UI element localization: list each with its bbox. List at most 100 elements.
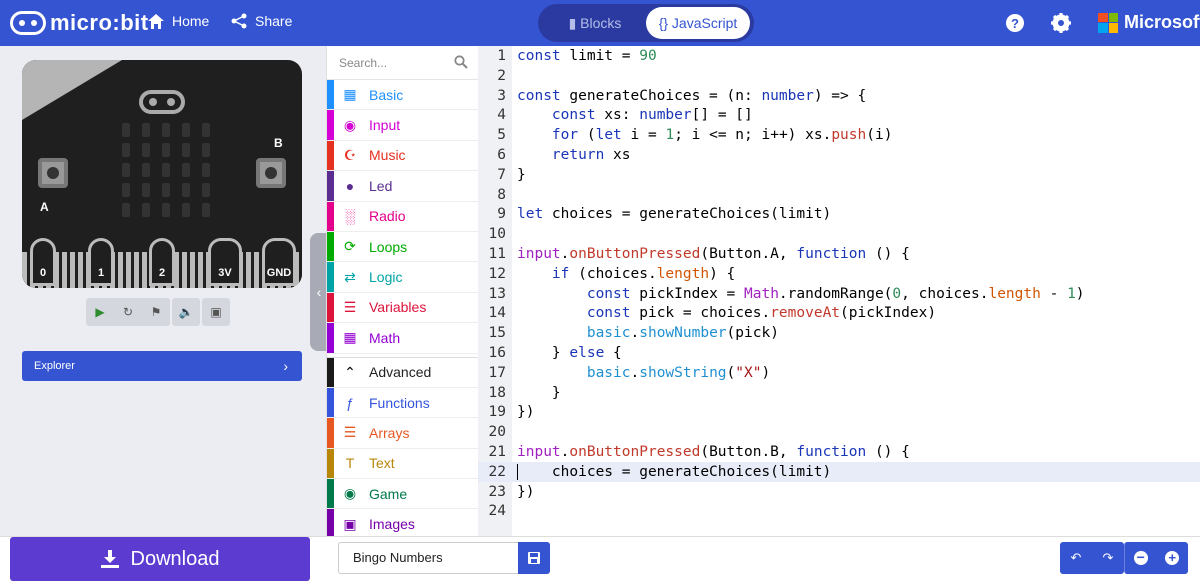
category-math[interactable]: ▦ Math: [327, 323, 478, 354]
search-icon: [454, 55, 468, 69]
led-1-0: [122, 143, 130, 157]
code-line[interactable]: 15 basic.showNumber(pick): [478, 323, 1200, 343]
pin-gnd[interactable]: GND: [262, 238, 296, 286]
category-functions[interactable]: ƒ Functions: [327, 387, 478, 419]
category-color-bar: [327, 201, 334, 231]
category-input[interactable]: ◉ Input: [327, 110, 478, 141]
button-a[interactable]: [38, 158, 68, 188]
button-a-label: A: [40, 200, 49, 214]
category-color-bar: [327, 479, 334, 509]
redo-button[interactable]: ↷: [1092, 542, 1124, 574]
category-radio[interactable]: ░ Radio: [327, 201, 478, 232]
download-button[interactable]: Download: [10, 537, 310, 581]
category-label: Logic: [369, 269, 403, 286]
zoom-in-button[interactable]: +: [1157, 542, 1189, 574]
code-text: const limit = 90: [517, 48, 657, 64]
microsoft-logo-icon: [1098, 12, 1118, 33]
blocks-tab[interactable]: ▮ Blocks: [552, 4, 632, 42]
line-number: 8: [497, 186, 506, 203]
led-2-4: [202, 163, 210, 177]
category-color-bar: [327, 357, 334, 387]
code-line[interactable]: 23}): [478, 482, 1200, 502]
category-advanced[interactable]: ⌃ Advanced: [327, 357, 478, 388]
category-color-bar: [327, 262, 334, 292]
pin-1[interactable]: 1: [88, 238, 114, 286]
line-number: 14: [488, 305, 506, 322]
category-label: Led: [369, 177, 393, 194]
category-music[interactable]: ☪ Music: [327, 140, 478, 172]
category-game[interactable]: ◉ Game: [327, 479, 478, 510]
code-line[interactable]: 21 input.onButtonPressed(Button.B, functi…: [478, 442, 1200, 462]
save-button[interactable]: [518, 542, 550, 574]
code-line[interactable]: 7}: [478, 165, 1200, 185]
code-line[interactable]: 22 choices = generateChoices(limit): [478, 461, 1200, 482]
code-line[interactable]: 6 return xs: [478, 145, 1200, 165]
category-loops[interactable]: ⟳ Loops: [327, 231, 478, 263]
debug-icon[interactable]: ⚑: [142, 298, 170, 326]
code-line[interactable]: 17 basic.showString("X"): [478, 363, 1200, 383]
code-line[interactable]: 18 }: [478, 383, 1200, 403]
redo-icon: ↷: [1102, 550, 1114, 565]
pin-2[interactable]: 2: [149, 238, 175, 286]
share-button[interactable]: Share: [231, 13, 292, 29]
undo-button[interactable]: ↶: [1060, 542, 1092, 574]
category-arrays[interactable]: ☰ Arrays: [327, 418, 478, 449]
category-label: Music: [369, 147, 406, 164]
javascript-tab[interactable]: {} JavaScript: [646, 7, 750, 39]
restart-icon[interactable]: ↻: [114, 298, 142, 326]
fullscreen-icon[interactable]: ▣: [202, 298, 230, 326]
code-line[interactable]: 5 for (let i = 1; i <= n; i++) xs.push(i…: [478, 125, 1200, 145]
code-line[interactable]: 10: [478, 224, 1200, 244]
code-line[interactable]: 20: [478, 422, 1200, 442]
search-input[interactable]: Search...: [339, 56, 387, 70]
pin-3v[interactable]: 3V: [208, 238, 242, 286]
category-basic[interactable]: ▦ Basic: [327, 80, 478, 111]
category-text[interactable]: T Text: [327, 448, 478, 480]
toolbox-search[interactable]: Search...: [327, 46, 478, 80]
code-line[interactable]: 13 const pickIndex = Math.randomRange(0,…: [478, 284, 1200, 304]
category-logic[interactable]: ⇄ Logic: [327, 262, 478, 293]
mute-icon[interactable]: 🔈: [172, 298, 200, 326]
line-number: 22: [488, 463, 506, 480]
code-line[interactable]: 14 const pick = choices.removeAt(pickInd…: [478, 303, 1200, 323]
led-4-0: [122, 203, 130, 217]
line-number: 12: [488, 265, 506, 282]
text-caret: [517, 463, 518, 480]
svg-text:?: ?: [1011, 16, 1019, 31]
button-b[interactable]: [256, 158, 286, 188]
gear-icon[interactable]: [1050, 12, 1072, 34]
category-images[interactable]: ▣ Images: [327, 509, 478, 536]
code-line[interactable]: 24: [478, 501, 1200, 521]
microbit-logo[interactable]: micro:bit: [10, 10, 149, 36]
play-icon[interactable]: ▶: [86, 298, 114, 326]
pin-0[interactable]: 0: [30, 238, 56, 286]
code-text: const pickIndex = Math.randomRange(0, ch…: [586, 285, 1085, 302]
zoom-out-button[interactable]: −: [1125, 542, 1157, 574]
code-line[interactable]: 2: [478, 66, 1200, 86]
code-line[interactable]: 12 if (choices.length) {: [478, 264, 1200, 284]
code-line[interactable]: 8: [478, 185, 1200, 205]
code-line[interactable]: 3 const generateChoices = (n: number) => …: [478, 86, 1200, 106]
code-line[interactable]: 16 } else {: [478, 343, 1200, 363]
led-3-3: [182, 183, 190, 197]
code-line[interactable]: 4 const xs: number[] = []: [478, 105, 1200, 125]
line-number: 20: [488, 424, 506, 441]
explorer-button[interactable]: Explorer ›: [22, 351, 302, 381]
led-1-3: [182, 143, 190, 157]
help-icon[interactable]: ?: [1004, 12, 1026, 34]
chevron-left-icon: ‹: [316, 284, 322, 300]
project-name-input[interactable]: Bingo Numbers: [338, 542, 518, 574]
category-variables[interactable]: ☰ Variables: [327, 292, 478, 324]
led-4-1: [142, 203, 150, 217]
code-editor[interactable]: 1 const limit = 90 2 3 const generateChoices…: [478, 46, 1200, 536]
code-line[interactable]: 9 let choices = generateChoices(limit): [478, 204, 1200, 224]
code-line[interactable]: 1 const limit = 90: [478, 46, 1200, 66]
code-text: let choices = generateChoices(limit): [517, 206, 832, 223]
code-text: basic.showString("X"): [586, 364, 771, 381]
category-led[interactable]: ● Led: [327, 171, 478, 202]
code-line[interactable]: 19}): [478, 402, 1200, 422]
simulator-controls: ▶ ↻ ⚑ 🔈 ▣: [86, 298, 230, 326]
code-line[interactable]: 11 input.onButtonPressed(Button.A, functi…: [478, 244, 1200, 264]
microsoft-brand[interactable]: Microsoft: [1098, 12, 1200, 33]
home-button[interactable]: Home: [148, 13, 209, 29]
